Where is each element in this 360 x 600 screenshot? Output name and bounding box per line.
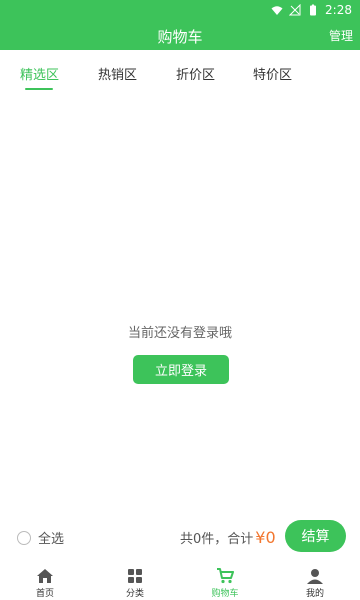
category-tabs: 精选区 热销区 折价区 特价区 bbox=[0, 50, 360, 92]
nav-cart-label: 购物车 bbox=[211, 589, 239, 599]
status-bar: 2:28 bbox=[0, 0, 360, 20]
nav-category[interactable]: 分类 bbox=[105, 568, 165, 599]
signal-off-icon bbox=[289, 4, 301, 16]
login-button[interactable]: 立即登录 bbox=[133, 355, 229, 384]
user-icon bbox=[307, 569, 323, 584]
select-all-toggle[interactable]: 全选 bbox=[17, 528, 64, 547]
status-icons: 2:28 bbox=[271, 3, 352, 17]
tab-discount[interactable]: 折价区 bbox=[176, 64, 215, 83]
nav-profile-label: 我的 bbox=[305, 589, 324, 599]
nav-cart[interactable]: 购物车 bbox=[195, 568, 255, 599]
tab-hot-sale[interactable]: 热销区 bbox=[98, 64, 137, 83]
checkout-button[interactable]: 结算 bbox=[285, 520, 346, 552]
wifi-icon bbox=[271, 6, 283, 15]
tab-special-price[interactable]: 特价区 bbox=[253, 64, 292, 83]
checkout-bar: 全选 共0件，合计 ¥0 结算 bbox=[0, 518, 360, 558]
total-price: ¥0 bbox=[255, 528, 276, 547]
app-header: 购物车 管理 bbox=[0, 20, 360, 50]
bottom-navigation: 首页 分类 购物车 我的 bbox=[0, 562, 360, 600]
manage-button[interactable]: 管理 bbox=[329, 27, 353, 44]
cart-icon bbox=[217, 568, 234, 584]
summary-text: 共0件，合计 bbox=[180, 532, 254, 547]
active-tab-indicator bbox=[25, 88, 53, 90]
nav-profile[interactable]: 我的 bbox=[285, 568, 345, 599]
nav-home-label: 首页 bbox=[35, 589, 54, 599]
category-icon bbox=[128, 569, 142, 583]
select-all-label: 全选 bbox=[38, 532, 65, 547]
select-all-radio[interactable] bbox=[17, 530, 31, 545]
home-icon bbox=[37, 569, 53, 583]
page-title: 购物车 bbox=[157, 28, 203, 46]
status-time: 2:28 bbox=[325, 3, 352, 17]
empty-cart-message: 当前还没有登录哦 bbox=[127, 326, 232, 341]
cart-summary: 共0件，合计 ¥0 bbox=[180, 528, 276, 547]
nav-category-label: 分类 bbox=[125, 589, 144, 599]
tab-featured[interactable]: 精选区 bbox=[20, 64, 59, 83]
nav-home[interactable]: 首页 bbox=[15, 568, 75, 599]
battery-icon bbox=[310, 4, 317, 16]
